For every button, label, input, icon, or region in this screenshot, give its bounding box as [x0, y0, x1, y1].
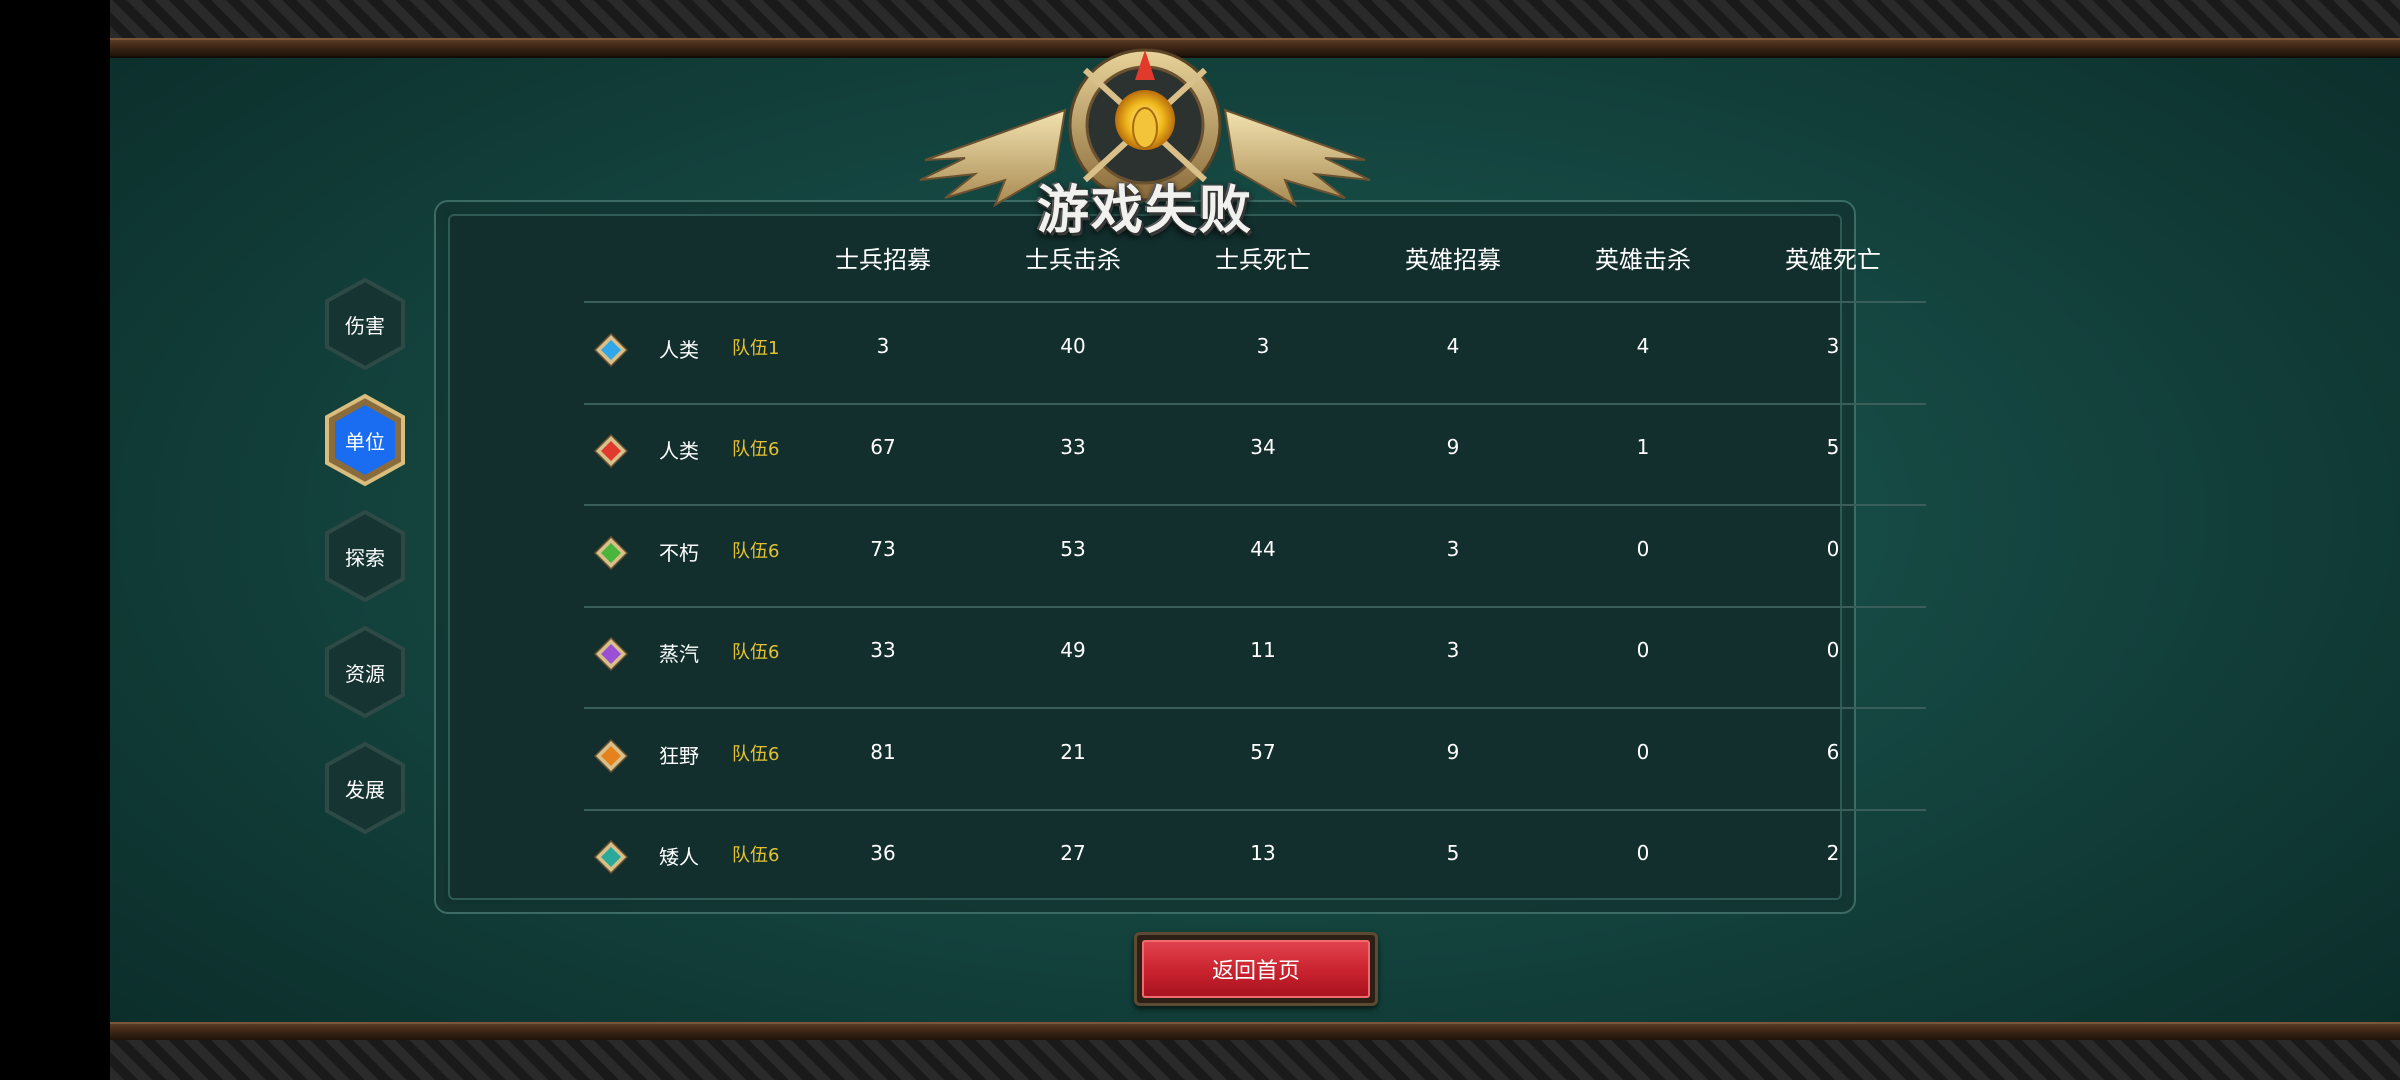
- team-label: 队伍6: [732, 439, 780, 460]
- defeat-emblem: 游戏失败: [905, 40, 1385, 241]
- soldier-kill-value: 33: [1060, 435, 1086, 459]
- column-header: 英雄击杀: [1595, 246, 1691, 274]
- soldier-death-value: 11: [1250, 638, 1276, 662]
- soldier-recruit-value: 3: [876, 334, 890, 358]
- soldier-recruit-value: 33: [870, 638, 896, 662]
- hero-kill-value: 4: [1636, 334, 1650, 358]
- hero-recruit-value: 3: [1446, 638, 1460, 662]
- team-label: 队伍6: [732, 642, 780, 663]
- soldier-death-value: 57: [1250, 740, 1276, 764]
- tab-label: 资源: [345, 661, 385, 686]
- soldier-recruit-value: 67: [870, 435, 896, 459]
- race-name: 人类: [659, 338, 699, 362]
- hero-recruit-value: 3: [1446, 537, 1460, 561]
- orange-gem-icon: [594, 739, 628, 773]
- table-row: 人类 队伍6 67 33 34 9 1 5: [584, 401, 1926, 501]
- hero-recruit-value: 9: [1446, 435, 1460, 459]
- tab-units[interactable]: 单位: [323, 393, 407, 487]
- team-label: 队伍6: [732, 845, 780, 866]
- soldier-kill-value: 27: [1060, 841, 1086, 865]
- column-header: 士兵击杀: [1025, 246, 1121, 274]
- defeat-title: 游戏失败: [1036, 181, 1253, 241]
- hero-kill-value: 0: [1636, 537, 1650, 561]
- hero-recruit-value: 4: [1446, 334, 1460, 358]
- soldier-recruit-value: 81: [870, 740, 896, 764]
- hero-kill-value: 0: [1636, 740, 1650, 764]
- table-row: 狂野 队伍6 81 21 57 9 0 6: [584, 706, 1926, 806]
- team-label: 队伍6: [732, 744, 780, 765]
- purple-gem-icon: [594, 637, 628, 671]
- soldier-recruit-value: 73: [870, 537, 896, 561]
- teal-gem-icon: [594, 840, 628, 874]
- tab-label: 发展: [345, 777, 385, 802]
- soldier-recruit-value: 36: [870, 841, 896, 865]
- blue-gem-icon: [594, 333, 628, 367]
- soldier-kill-value: 40: [1060, 334, 1086, 358]
- hero-death-value: 0: [1826, 638, 1840, 662]
- hero-kill-value: 0: [1636, 841, 1650, 865]
- red-gem-icon: [594, 434, 628, 468]
- hero-death-value: 0: [1826, 537, 1840, 561]
- team-label: 队伍1: [732, 338, 780, 359]
- green-gem-icon: [594, 536, 628, 570]
- hero-death-value: 2: [1826, 841, 1840, 865]
- bottom-rail: [110, 1022, 2400, 1042]
- bottom-border: [110, 1040, 2400, 1080]
- table-row: 不朽 队伍6 73 53 44 3 0 0: [584, 503, 1926, 603]
- tab-label: 伤害: [345, 313, 385, 338]
- column-header: 士兵招募: [835, 246, 931, 274]
- tab-resources[interactable]: 资源: [323, 625, 407, 719]
- tab-explore[interactable]: 探索: [323, 509, 407, 603]
- column-header: 英雄死亡: [1785, 246, 1881, 274]
- hero-death-value: 3: [1826, 334, 1840, 358]
- race-name: 不朽: [659, 541, 699, 565]
- return-home-label: 返回首页: [1142, 940, 1370, 998]
- race-name: 狂野: [659, 744, 699, 768]
- soldier-kill-value: 49: [1060, 638, 1086, 662]
- soldier-kill-value: 21: [1060, 740, 1086, 764]
- column-header: 士兵死亡: [1215, 246, 1311, 274]
- table-row: 蒸汽 队伍6 33 49 11 3 0 0: [584, 604, 1926, 704]
- return-home-button[interactable]: 返回首页: [1134, 932, 1378, 1006]
- team-label: 队伍6: [732, 541, 780, 562]
- race-name: 蒸汽: [659, 642, 699, 666]
- tab-development[interactable]: 发展: [323, 741, 407, 835]
- tab-label: 探索: [345, 545, 385, 570]
- tab-label: 单位: [345, 429, 385, 454]
- table-row: 人类 队伍1 3 40 3 4 4 3: [584, 300, 1926, 400]
- column-header: 英雄招募: [1405, 246, 1501, 274]
- race-name: 矮人: [659, 845, 699, 869]
- soldier-death-value: 44: [1250, 537, 1276, 561]
- soldier-kill-value: 53: [1060, 537, 1086, 561]
- hero-kill-value: 1: [1636, 435, 1650, 459]
- tab-damage[interactable]: 伤害: [323, 277, 407, 371]
- hero-recruit-value: 9: [1446, 740, 1460, 764]
- table-row: 矮人 队伍6 36 27 13 5 0 2: [584, 807, 1926, 907]
- hero-kill-value: 0: [1636, 638, 1650, 662]
- soldier-death-value: 3: [1256, 334, 1270, 358]
- top-border: [110, 0, 2400, 40]
- race-name: 人类: [659, 439, 699, 463]
- soldier-death-value: 34: [1250, 435, 1276, 459]
- soldier-death-value: 13: [1250, 841, 1276, 865]
- hero-death-value: 6: [1826, 740, 1840, 764]
- hero-death-value: 5: [1826, 435, 1840, 459]
- hero-recruit-value: 5: [1446, 841, 1460, 865]
